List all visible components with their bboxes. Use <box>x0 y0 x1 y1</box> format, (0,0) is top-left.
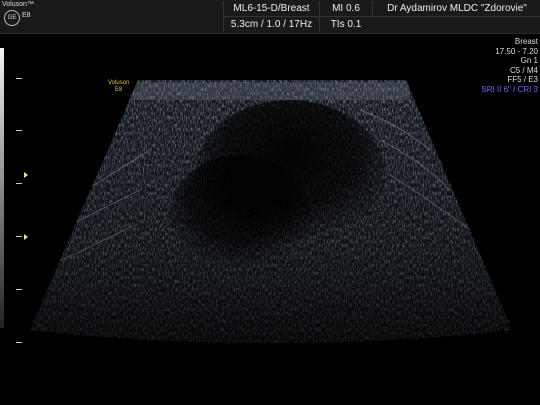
depth-tick <box>16 130 22 131</box>
frequency-value: 17.50 - 7.20 <box>495 46 538 56</box>
brand-name: Voluson™ <box>2 1 34 8</box>
depth-tick <box>16 236 22 237</box>
parameter-panel: Breast 17.50 - 7.20 Gn 1 C5 / M4 FF5 / E… <box>478 37 538 94</box>
tis-value: TIs 0.1 <box>319 17 372 32</box>
sri-cri-value: SRI II 6" / CRI 3 <box>481 84 538 94</box>
depth-info: 5.3cm / 1.0 / 17Hz <box>223 17 319 32</box>
probe-orientation-label: Voluson E8 <box>108 80 129 94</box>
probe-label-line1: Voluson <box>108 80 130 86</box>
depth-tick <box>16 342 22 343</box>
header-bar: Voluson™ GE E8 ML6-15-D/Breast MI 0.6 Dr… <box>0 0 540 34</box>
c-m-value: C5 / M4 <box>509 65 538 75</box>
focus-marker-icon[interactable] <box>24 172 28 178</box>
depth-tick <box>16 78 22 79</box>
focus-marker-icon[interactable] <box>24 234 28 240</box>
ff-e-value: FF5 / E3 <box>507 75 538 84</box>
preset-label: Breast <box>514 37 538 46</box>
ge-logo-icon: GE <box>4 10 20 26</box>
model-name: E8 <box>22 12 31 19</box>
mi-value: MI 0.6 <box>319 1 372 16</box>
probe-label-line2: E8 <box>115 87 123 93</box>
gain-value: Gn 1 <box>520 56 538 65</box>
ultrasound-image <box>30 80 512 343</box>
clinic-name: Dr Aydamirov MLDC "Zdorovie" <box>372 1 540 16</box>
grayscale-bar <box>0 48 4 328</box>
depth-tick <box>16 289 22 290</box>
probe-preset: ML6-15-D/Breast <box>223 1 319 16</box>
depth-tick <box>16 183 22 184</box>
